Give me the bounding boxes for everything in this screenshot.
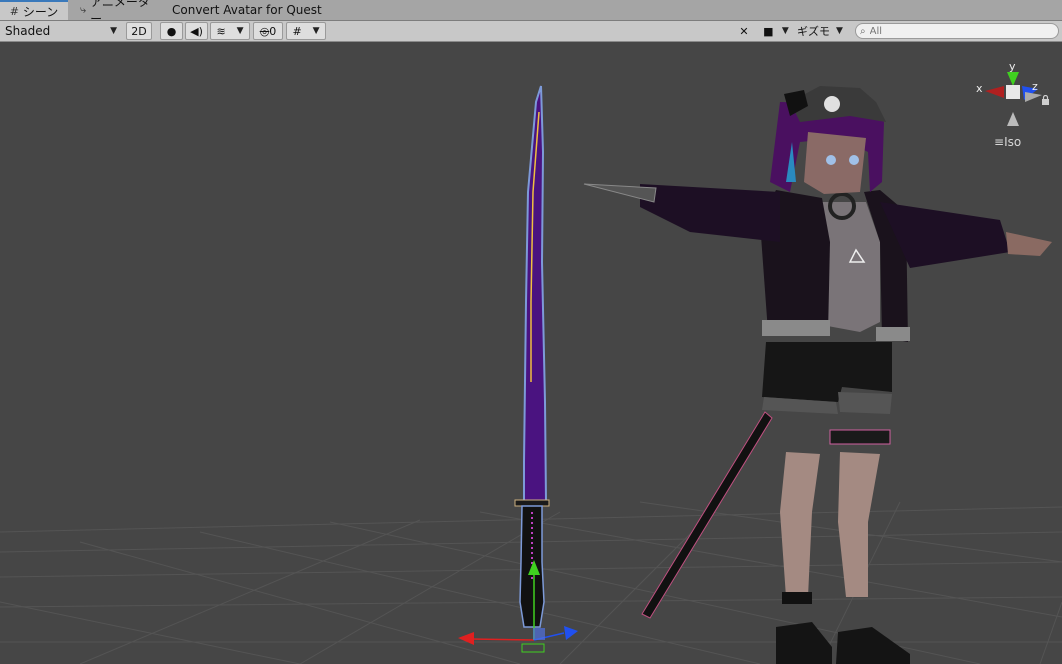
shading-mode-dropdown[interactable]: Shaded ▼ — [2, 22, 120, 40]
search-input[interactable] — [865, 25, 1040, 37]
chevron-down-icon: ▼ — [236, 26, 244, 36]
lightbulb-icon: ● — [166, 24, 177, 38]
tab-convert-avatar-label: Convert Avatar for Quest — [172, 3, 322, 17]
tab-scene-label: シーン — [22, 4, 59, 19]
scene-search-field[interactable]: ⌕ — [855, 23, 1059, 39]
z-axis-arrow-icon — [564, 626, 578, 640]
menu-lines-icon: ≡ — [994, 135, 1005, 149]
lighting-toggle-button[interactable]: ● — [160, 22, 183, 40]
scene-viewport[interactable]: y x z ≡Iso — [0, 42, 1062, 664]
audio-toggle-button[interactable]: ◀) — [185, 22, 208, 40]
2d-toggle-button[interactable]: 2D — [126, 22, 152, 40]
grid-snap-dropdown[interactable]: # ▼ — [286, 22, 326, 40]
avatar-model[interactable] — [583, 86, 1052, 664]
speaker-icon: ◀) — [190, 24, 203, 38]
projection-label: Iso — [1004, 135, 1022, 149]
axis-z-label: z — [1032, 80, 1038, 93]
effects-dropdown[interactable]: ≋ ▼ — [210, 22, 250, 40]
gizmos-label: ギズモ — [797, 25, 831, 38]
tab-animator[interactable]: ⤷ アニメーター — [80, 0, 160, 26]
hidden-eye-icon: ◎ — [259, 24, 270, 38]
2d-toggle-label: 2D — [131, 24, 147, 38]
camera-dropdown[interactable]: ■ ▼ — [759, 22, 793, 40]
projection-toggle[interactable]: ≡Iso — [994, 135, 1021, 149]
hidden-count: 0 — [269, 24, 277, 38]
window-tab-bar: # シーン ⤷ アニメーター Convert Avatar for Quest — [0, 0, 1062, 26]
chevron-down-icon: ▼ — [781, 26, 789, 36]
x-axis-arrow-icon — [458, 632, 474, 645]
tools-button[interactable]: ✕ — [733, 22, 755, 40]
scene-grid-icon: # — [9, 4, 19, 18]
camera-icon: ■ — [763, 24, 774, 38]
gizmos-dropdown[interactable]: ギズモ ▼ — [794, 22, 846, 40]
tab-scene[interactable]: # シーン — [0, 0, 68, 20]
wrench-icon: ✕ — [739, 24, 749, 38]
sword-model[interactable] — [514, 85, 550, 628]
shading-mode-label: Shaded — [5, 24, 51, 38]
scene-toolbar: Shaded ▼ 2D ● ◀) ≋ ▼ ◎ 0 # ▼ ✕ ■ ▼ ギズモ ▼… — [0, 21, 1062, 42]
orientation-gizmo[interactable]: y x z — [976, 60, 1042, 126]
tab-convert-avatar[interactable]: Convert Avatar for Quest — [172, 0, 332, 20]
x-axis-cone-icon — [985, 86, 1004, 98]
transform-handle[interactable] — [458, 560, 578, 653]
chevron-down-icon: ▼ — [110, 26, 117, 36]
chevron-down-icon: ▼ — [312, 26, 320, 36]
animator-icon: ⤷ — [80, 3, 87, 16]
chevron-down-icon: ▼ — [836, 26, 843, 36]
y-axis-cone-icon — [1007, 72, 1019, 86]
scene-visibility-toggle[interactable]: ◎ 0 — [253, 22, 283, 40]
axis-y-label: y — [1009, 60, 1016, 73]
axis-x-label: x — [976, 82, 983, 95]
grid-icon: # — [292, 24, 302, 38]
effects-layers-icon: ≋ — [216, 24, 226, 38]
lock-icon[interactable] — [1041, 94, 1050, 105]
